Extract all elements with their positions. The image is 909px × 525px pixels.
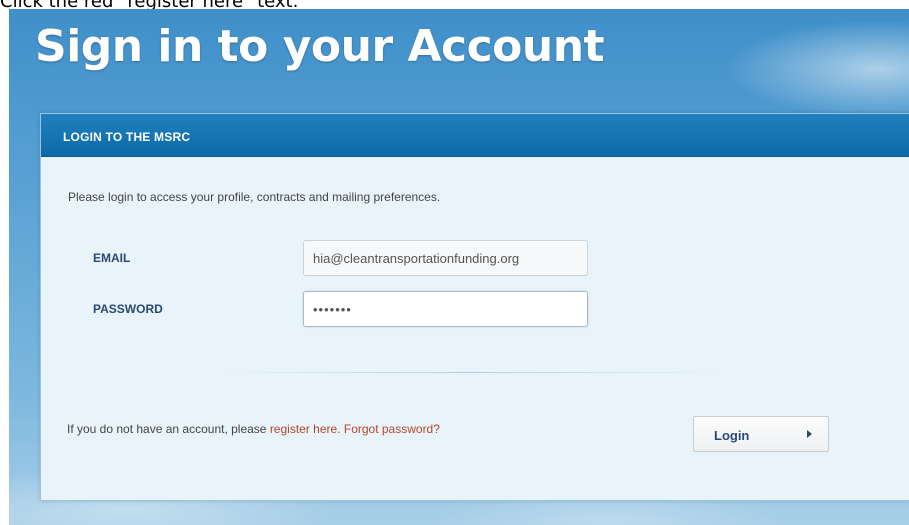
login-button[interactable]: Login bbox=[693, 416, 829, 452]
play-arrow-icon bbox=[807, 430, 812, 438]
intro-text: Please login to access your profile, con… bbox=[68, 190, 441, 204]
divider bbox=[221, 372, 721, 373]
panel-header-title: LOGIN TO THE MSRC bbox=[63, 130, 191, 144]
email-field[interactable] bbox=[303, 240, 588, 276]
password-label: PASSWORD bbox=[93, 302, 163, 316]
register-prompt-text: If you do not have an account, please bbox=[67, 422, 270, 436]
login-panel: LOGIN TO THE MSRC Please login to access… bbox=[40, 113, 909, 501]
register-here-link[interactable]: register here. bbox=[270, 422, 341, 436]
email-label: EMAIL bbox=[93, 251, 131, 265]
login-button-label: Login bbox=[714, 428, 750, 443]
password-field[interactable] bbox=[303, 291, 588, 327]
page-background: Sign in to your Account LOGIN TO THE MSR… bbox=[9, 9, 909, 525]
forgot-password-link[interactable]: Forgot password? bbox=[344, 422, 440, 436]
panel-header: LOGIN TO THE MSRC bbox=[41, 114, 909, 157]
register-prompt: If you do not have an account, please re… bbox=[67, 422, 440, 436]
page-title: Sign in to your Account bbox=[35, 21, 605, 72]
